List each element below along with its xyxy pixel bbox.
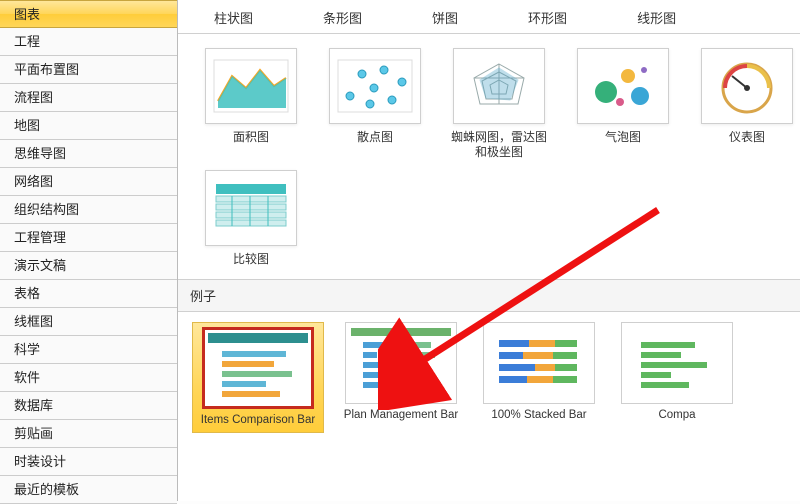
sidebar-item-mindmap[interactable]: 思维导图 — [0, 140, 177, 168]
thumb-gauge-chart[interactable]: 仪表图 — [694, 48, 800, 160]
tab-doughnut[interactable]: 环形图 — [528, 8, 567, 27]
sidebar-item-fashion[interactable]: 时装设计 — [0, 448, 177, 476]
sidebar-item-map[interactable]: 地图 — [0, 112, 177, 140]
example-label: Compa — [658, 409, 695, 423]
tab-line[interactable]: 线形图 — [637, 8, 676, 27]
sidebar-item-database[interactable]: 数据库 — [0, 392, 177, 420]
sidebar-item-presentation[interactable]: 演示文稿 — [0, 252, 177, 280]
thumb-label: 蜘蛛网图，雷达图和极坐图 — [446, 130, 552, 160]
gauge-chart-icon — [701, 48, 793, 124]
example-items-comparison-bar[interactable]: Items Comparison Bar — [192, 322, 324, 433]
sidebar-item-network[interactable]: 网络图 — [0, 168, 177, 196]
thumb-area-chart[interactable]: 面积图 — [198, 48, 304, 160]
thumb-label: 仪表图 — [729, 130, 765, 145]
main-panel: 柱状图 条形图 饼图 环形图 线形图 面积图 — [178, 0, 800, 501]
category-sidebar: 图表 工程 平面布置图 流程图 地图 思维导图 网络图 组织结构图 工程管理 演… — [0, 0, 178, 501]
thumb-label: 散点图 — [357, 130, 393, 145]
tab-column[interactable]: 柱状图 — [214, 8, 253, 27]
radar-chart-icon — [453, 48, 545, 124]
sidebar-item-projmgmt[interactable]: 工程管理 — [0, 224, 177, 252]
sidebar-item-science[interactable]: 科学 — [0, 336, 177, 364]
bubble-chart-icon — [577, 48, 669, 124]
example-plan-management-bar[interactable]: Plan Management Bar — [340, 322, 462, 433]
divider — [178, 33, 800, 34]
tab-pie[interactable]: 饼图 — [432, 8, 458, 27]
thumb-label: 面积图 — [233, 130, 269, 145]
example-label: Items Comparison Bar — [201, 414, 315, 428]
thumb-label: 气泡图 — [605, 130, 641, 145]
area-chart-icon — [205, 48, 297, 124]
chart-type-tabs: 柱状图 条形图 饼图 环形图 线形图 — [178, 0, 800, 31]
sidebar-item-software[interactable]: 软件 — [0, 364, 177, 392]
example-thumb — [345, 322, 457, 404]
sidebar-item-recent[interactable]: 最近的模板 — [0, 476, 177, 504]
sidebar-item-engineering[interactable]: 工程 — [0, 28, 177, 56]
example-label: 100% Stacked Bar — [491, 409, 586, 423]
sidebar-item-orgchart[interactable]: 组织结构图 — [0, 196, 177, 224]
examples-header: 例子 — [178, 279, 800, 312]
example-comp[interactable]: Compa — [616, 322, 738, 433]
example-thumb — [483, 322, 595, 404]
example-thumb — [202, 327, 314, 409]
examples-row: Items Comparison Bar — [178, 312, 800, 433]
sidebar-item-table[interactable]: 表格 — [0, 280, 177, 308]
thumb-compare-chart[interactable]: 比较图 — [198, 170, 304, 267]
sidebar-item-flowchart[interactable]: 流程图 — [0, 84, 177, 112]
sidebar-item-wireframe[interactable]: 线框图 — [0, 308, 177, 336]
example-thumb — [621, 322, 733, 404]
thumb-bubble-chart[interactable]: 气泡图 — [570, 48, 676, 160]
thumb-scatter-chart[interactable]: 散点图 — [322, 48, 428, 160]
chart-thumbnails: 面积图 散点图 — [178, 42, 800, 267]
tab-bar[interactable]: 条形图 — [323, 8, 362, 27]
thumb-label: 比较图 — [233, 252, 269, 267]
sidebar-item-clipart[interactable]: 剪贴画 — [0, 420, 177, 448]
compare-chart-icon — [205, 170, 297, 246]
scatter-chart-icon — [329, 48, 421, 124]
example-label: Plan Management Bar — [344, 409, 458, 423]
thumb-radar-chart[interactable]: 蜘蛛网图，雷达图和极坐图 — [446, 48, 552, 160]
example-100-stacked-bar[interactable]: 100% Stacked Bar — [478, 322, 600, 433]
sidebar-item-floorplan[interactable]: 平面布置图 — [0, 56, 177, 84]
sidebar-item-charts[interactable]: 图表 — [0, 0, 177, 28]
